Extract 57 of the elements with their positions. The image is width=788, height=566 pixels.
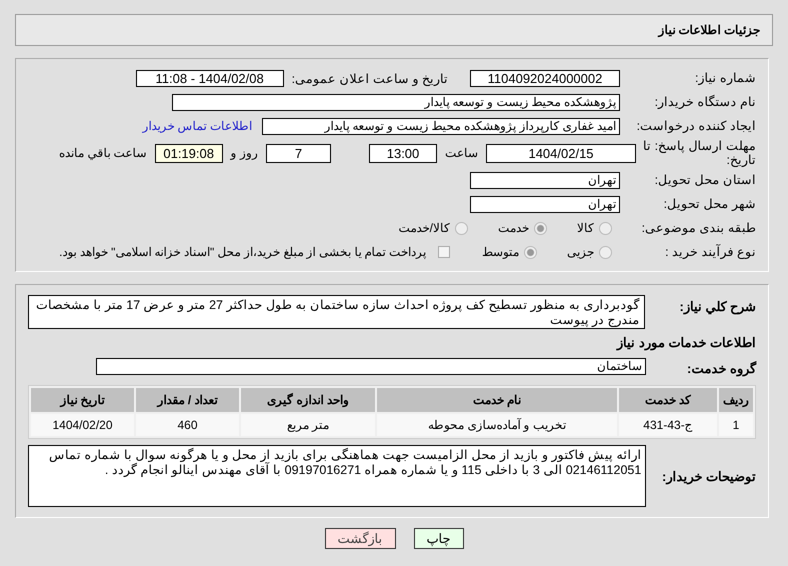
days-field: 7 <box>266 144 331 162</box>
column-header: نام خدمت <box>377 388 617 412</box>
table-cell: ج-43-431 <box>619 414 717 436</box>
buyer-contact-link[interactable]: اطلاعات تماس خریدار <box>142 119 252 133</box>
field-label: نوع فرآیند خرید : <box>664 245 757 259</box>
deadline-time-field: 13:00 <box>369 144 437 162</box>
column-header: واحد اندازه گیری <box>241 388 375 412</box>
buyer-notes-field: ارائه پیش فاکتور و بازید از محل الزامیست جهت هماهنگی برای بازید از محل و یا هرگونه سوال با شماره تماس 02146112051 الی 3 با داخلی 115 و یا شماره همراه 09197016271 با آقای مهندس اینالو انجام گردد . <box>28 445 646 507</box>
field-label: شرح کلي نياز: <box>678 298 756 314</box>
announce-date-field: 1404/02/08 - 11:08 <box>136 70 284 86</box>
section-title: اطلاعات خدمات مورد نياز <box>617 334 756 350</box>
field-label: مهلت ارسال پاسخ: تا تاریخ: <box>642 139 757 167</box>
province-field: تهران <box>470 172 620 188</box>
page-title: جزئیات اطلاعات نیاز <box>658 23 760 37</box>
field-label: شهر محل تحویل: <box>662 197 757 211</box>
radio-button[interactable] <box>599 246 612 258</box>
need-number-field: 1104092024000002 <box>470 70 620 86</box>
payment-note: پرداخت تمام یا بخشی از مبلغ خرید،از محل "اسناد خزانه اسلامی" خواهد بود. <box>59 245 426 259</box>
table-cell: 1404/02/20 <box>31 414 134 436</box>
field-label: ایجاد کننده درخواست: <box>636 119 757 133</box>
table-cell: 460 <box>136 414 239 436</box>
creator-field: امید غفاری کارپرداز پژوهشکده محیط زیست و توسعه پایدار <box>262 118 620 134</box>
buyer-name-field: پژوهشکده محیط زیست و توسعه پایدار <box>172 94 620 110</box>
radio-label: جزیی <box>567 245 594 259</box>
days-label: روز و <box>230 146 258 160</box>
radio-button[interactable] <box>599 222 612 234</box>
field-label: توضیحات خریدار: <box>661 468 756 484</box>
table-cell: تخریب و آماده‌سازی محوطه <box>377 414 617 436</box>
remaining-label: ساعت باقي مانده <box>58 146 147 160</box>
radio-button[interactable] <box>524 246 537 258</box>
radio-label: متوسط <box>482 245 519 259</box>
radio-label: کالا/خدمت <box>398 221 450 235</box>
field-label: شماره نیاز: <box>694 71 757 85</box>
description-field: گودبرداری به منظور تسطیح کف پروژه احداث سازه ساختمان به طول حداکثر 27 متر و عرض 17 متر با مشخصات مندرج در پیوست <box>28 295 645 329</box>
deadline-date-field: 1404/02/15 <box>486 144 636 162</box>
table-cell: متر مربع <box>241 414 375 436</box>
radio-button[interactable] <box>534 222 547 234</box>
field-label: تاریخ و ساعت اعلان عمومی: <box>292 70 448 86</box>
radio-button[interactable] <box>455 222 468 234</box>
city-field: تهران <box>470 196 620 212</box>
column-header: ردیف <box>719 388 753 412</box>
table-cell: 1 <box>719 414 753 436</box>
back-button[interactable]: بازگشت <box>324 528 396 549</box>
column-header: کد خدمت <box>619 388 717 412</box>
service-group-field: ساختمان <box>96 358 646 374</box>
field-label: طبقه بندی موضوعی: <box>640 221 757 235</box>
radio-label: کالا <box>577 221 594 235</box>
time-label: ساعت <box>445 146 478 160</box>
field-label: استان محل تحویل: <box>654 173 757 187</box>
checkbox[interactable] <box>438 246 450 258</box>
print-button[interactable]: چاپ <box>414 528 464 549</box>
remaining-time-field: 01:19:08 <box>154 144 223 162</box>
column-header: تاریخ نیاز <box>31 388 134 412</box>
field-label: نام دستگاه خریدار: <box>654 95 757 109</box>
field-label: گروه خدمت: <box>686 360 756 376</box>
radio-label: خدمت <box>498 221 529 235</box>
column-header: تعداد / مقدار <box>136 388 239 412</box>
